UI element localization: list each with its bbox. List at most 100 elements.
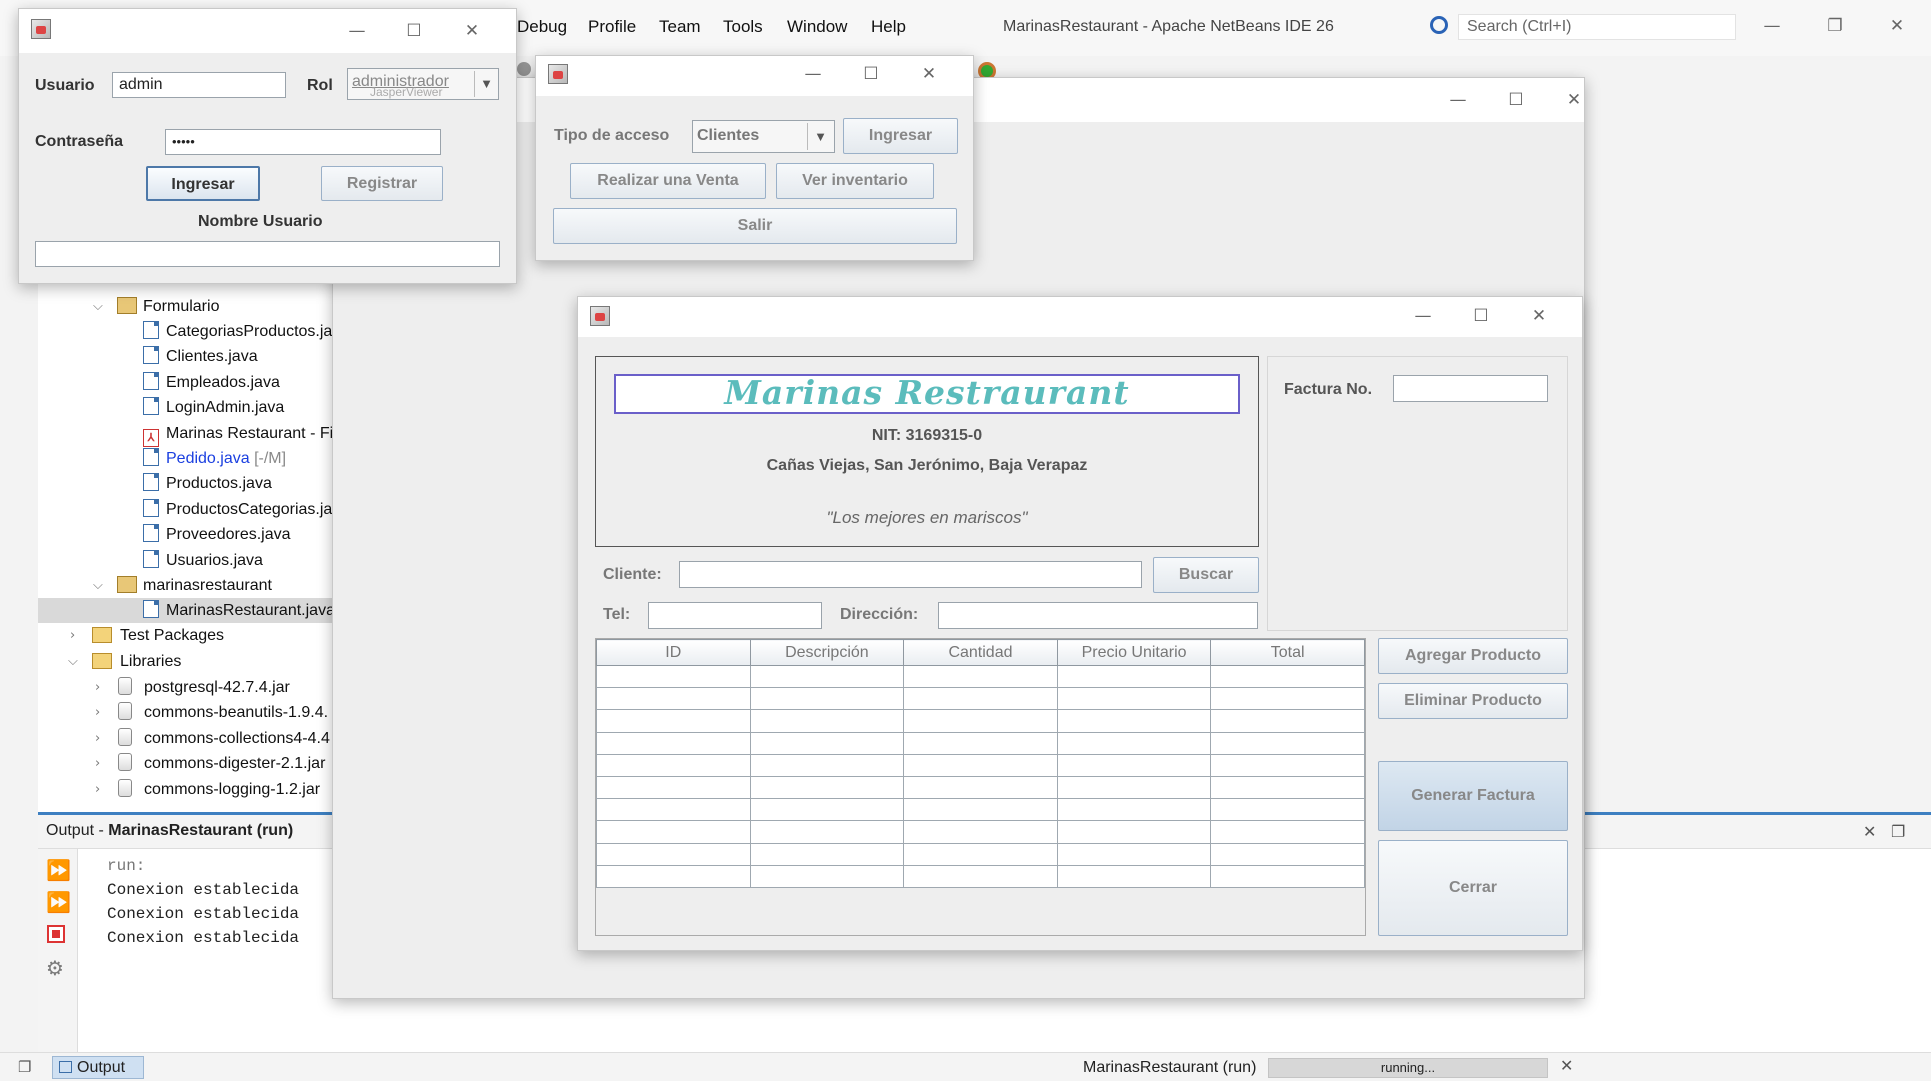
tree-expander-icon[interactable]: ⌵ — [93, 299, 103, 314]
table-row[interactable] — [596, 664, 1365, 689]
buscar-button[interactable]: Buscar — [1153, 557, 1259, 593]
tree-expander-icon[interactable]: › — [70, 628, 75, 643]
products-table[interactable]: ID Descripción Cantidad Precio Unitario … — [596, 639, 1365, 888]
column-header[interactable]: Precio Unitario — [1056, 639, 1212, 666]
agregar-producto-button[interactable]: Agregar Producto — [1378, 638, 1568, 674]
tree-item-marinasrestaurant[interactable]: marinasrestaurant — [117, 573, 272, 598]
maximize-icon[interactable]: ☐ — [1461, 302, 1501, 330]
tree-item-file[interactable]: ProductosCategorias.ja — [143, 497, 332, 522]
ide-menu-item[interactable]: Debug — [517, 17, 567, 37]
tree-expander-icon[interactable]: › — [95, 680, 100, 695]
ingresar-button[interactable]: Ingresar — [843, 118, 958, 154]
search-icon[interactable] — [1430, 16, 1448, 34]
tree-item-file[interactable]: Proveedores.java — [143, 522, 291, 547]
search-input[interactable]: Search (Ctrl+I) — [1458, 14, 1736, 40]
tree-item-jar[interactable]: commons-digester-2.1.jar — [118, 751, 343, 776]
toolbar-icon[interactable] — [517, 62, 531, 76]
column-header[interactable]: Total — [1210, 639, 1365, 666]
registrar-button[interactable]: Registrar — [321, 166, 443, 201]
tree-item-file[interactable]: LoginAdmin.java — [143, 395, 284, 420]
tree-expander-icon[interactable]: › — [95, 731, 100, 746]
output-tab[interactable]: Output — [52, 1056, 144, 1079]
close-icon[interactable]: ✕ — [1519, 302, 1559, 330]
maximize-icon[interactable]: ☐ — [394, 17, 434, 45]
rerun-icon[interactable]: ⏩ — [46, 858, 71, 882]
tree-item-file[interactable]: Usuarios.java — [143, 548, 263, 573]
rerun-with-args-icon[interactable]: ⏩ — [46, 890, 71, 914]
rol-select[interactable]: administrador JasperViewer ▼ — [347, 68, 499, 100]
tree-item-jar[interactable]: commons-collections4-4.4 — [118, 726, 343, 751]
minimize-icon[interactable]: — — [337, 17, 377, 45]
tree-item-file[interactable]: Pedido.java [-/M] — [143, 446, 286, 471]
password-field[interactable]: ••••• — [165, 129, 441, 155]
close-icon[interactable]: ✕ — [1554, 86, 1594, 114]
column-header[interactable]: ID — [596, 639, 751, 666]
tree-item-file[interactable]: Empleados.java — [143, 370, 280, 395]
table-row[interactable] — [596, 842, 1365, 866]
table-row[interactable] — [596, 687, 1365, 711]
direccion-field[interactable] — [938, 602, 1258, 629]
tree-item-libraries[interactable]: Libraries — [92, 649, 181, 674]
tree-item-file[interactable]: CategoriasProductos.ja — [143, 319, 332, 344]
settings-icon[interactable]: ⚙ — [46, 956, 64, 980]
tel-field[interactable] — [648, 602, 822, 629]
ide-menu-item[interactable]: Help — [871, 17, 906, 37]
minimize-icon[interactable]: — — [793, 60, 833, 88]
ide-menu-item[interactable]: Profile — [588, 17, 636, 37]
cliente-field[interactable] — [679, 561, 1142, 588]
cancel-process-icon[interactable]: ✕ — [1560, 1056, 1573, 1076]
output-maximize-icon[interactable]: ❐ — [1891, 822, 1905, 842]
tree-item-jar[interactable]: commons-beanutils-1.9.4. — [118, 700, 343, 725]
tree-expander-icon[interactable]: › — [95, 756, 100, 771]
maximize-icon[interactable]: ☐ — [1496, 86, 1536, 114]
stop-icon[interactable] — [47, 925, 65, 943]
table-row[interactable] — [596, 753, 1365, 777]
tree-expander-icon[interactable]: › — [95, 782, 100, 797]
table-row[interactable] — [596, 820, 1365, 844]
ide-menu-item[interactable]: Team — [659, 17, 701, 37]
column-header[interactable]: Cantidad — [903, 639, 1058, 666]
chevron-down-icon[interactable]: ▼ — [807, 123, 833, 150]
factura-no-field[interactable] — [1393, 375, 1548, 402]
tree-item-file-selected[interactable]: MarinasRestaurant.java — [143, 598, 343, 623]
tree-item-file[interactable]: Productos.java — [143, 471, 272, 496]
tree-item-jar[interactable]: commons-logging-1.2.jar — [118, 777, 343, 802]
tree-expander-icon[interactable]: ⌵ — [68, 654, 78, 669]
tree-item-formulario[interactable]: Formulario — [117, 294, 219, 319]
close-icon[interactable]: ✕ — [452, 17, 492, 45]
chevron-down-icon[interactable]: ▼ — [474, 71, 498, 97]
restore-panels-icon[interactable]: ❐ — [18, 1058, 31, 1076]
tree-expander-icon[interactable]: ⌵ — [93, 578, 103, 593]
output-close-icon[interactable]: ✕ — [1863, 822, 1876, 842]
table-row[interactable] — [596, 731, 1365, 755]
minimize-icon[interactable]: — — [1438, 86, 1478, 114]
cerrar-button[interactable]: Cerrar — [1378, 840, 1568, 936]
table-row[interactable] — [596, 709, 1365, 733]
ide-close-icon[interactable]: ✕ — [1877, 12, 1917, 40]
close-icon[interactable]: ✕ — [909, 60, 949, 88]
ide-minimize-icon[interactable]: — — [1752, 12, 1792, 40]
tree-item-jar[interactable]: postgresql-42.7.4.jar — [118, 675, 290, 700]
ingresar-button[interactable]: Ingresar — [146, 166, 260, 201]
maximize-icon[interactable]: ☐ — [851, 60, 891, 88]
ver-inventario-button[interactable]: Ver inventario — [776, 163, 934, 199]
ide-restore-icon[interactable]: ❐ — [1815, 12, 1855, 40]
minimize-icon[interactable]: — — [1403, 302, 1443, 330]
table-row[interactable] — [596, 798, 1365, 822]
ide-menu-item[interactable]: Window — [787, 17, 847, 37]
column-header[interactable]: Descripción — [749, 639, 905, 666]
table-row[interactable] — [596, 775, 1365, 800]
salir-button[interactable]: Salir — [553, 208, 957, 244]
tipo-acceso-select[interactable]: Clientes ▼ — [692, 120, 835, 153]
nombre-usuario-field[interactable] — [35, 241, 500, 267]
tree-item-file[interactable]: ⅄ Marinas Restaurant - Fi — [143, 421, 333, 447]
realizar-venta-button[interactable]: Realizar una Venta — [570, 163, 766, 199]
table-row[interactable] — [596, 864, 1365, 888]
eliminar-producto-button[interactable]: Eliminar Producto — [1378, 683, 1568, 719]
products-table-scrollpane[interactable]: ID Descripción Cantidad Precio Unitario … — [595, 638, 1366, 936]
tree-item-file[interactable]: Clientes.java — [143, 344, 258, 369]
usuario-field[interactable]: admin — [112, 72, 286, 98]
ide-menu-item[interactable]: Tools — [723, 17, 763, 37]
tree-expander-icon[interactable]: › — [95, 705, 100, 720]
generar-factura-button[interactable]: Generar Factura — [1378, 761, 1568, 831]
